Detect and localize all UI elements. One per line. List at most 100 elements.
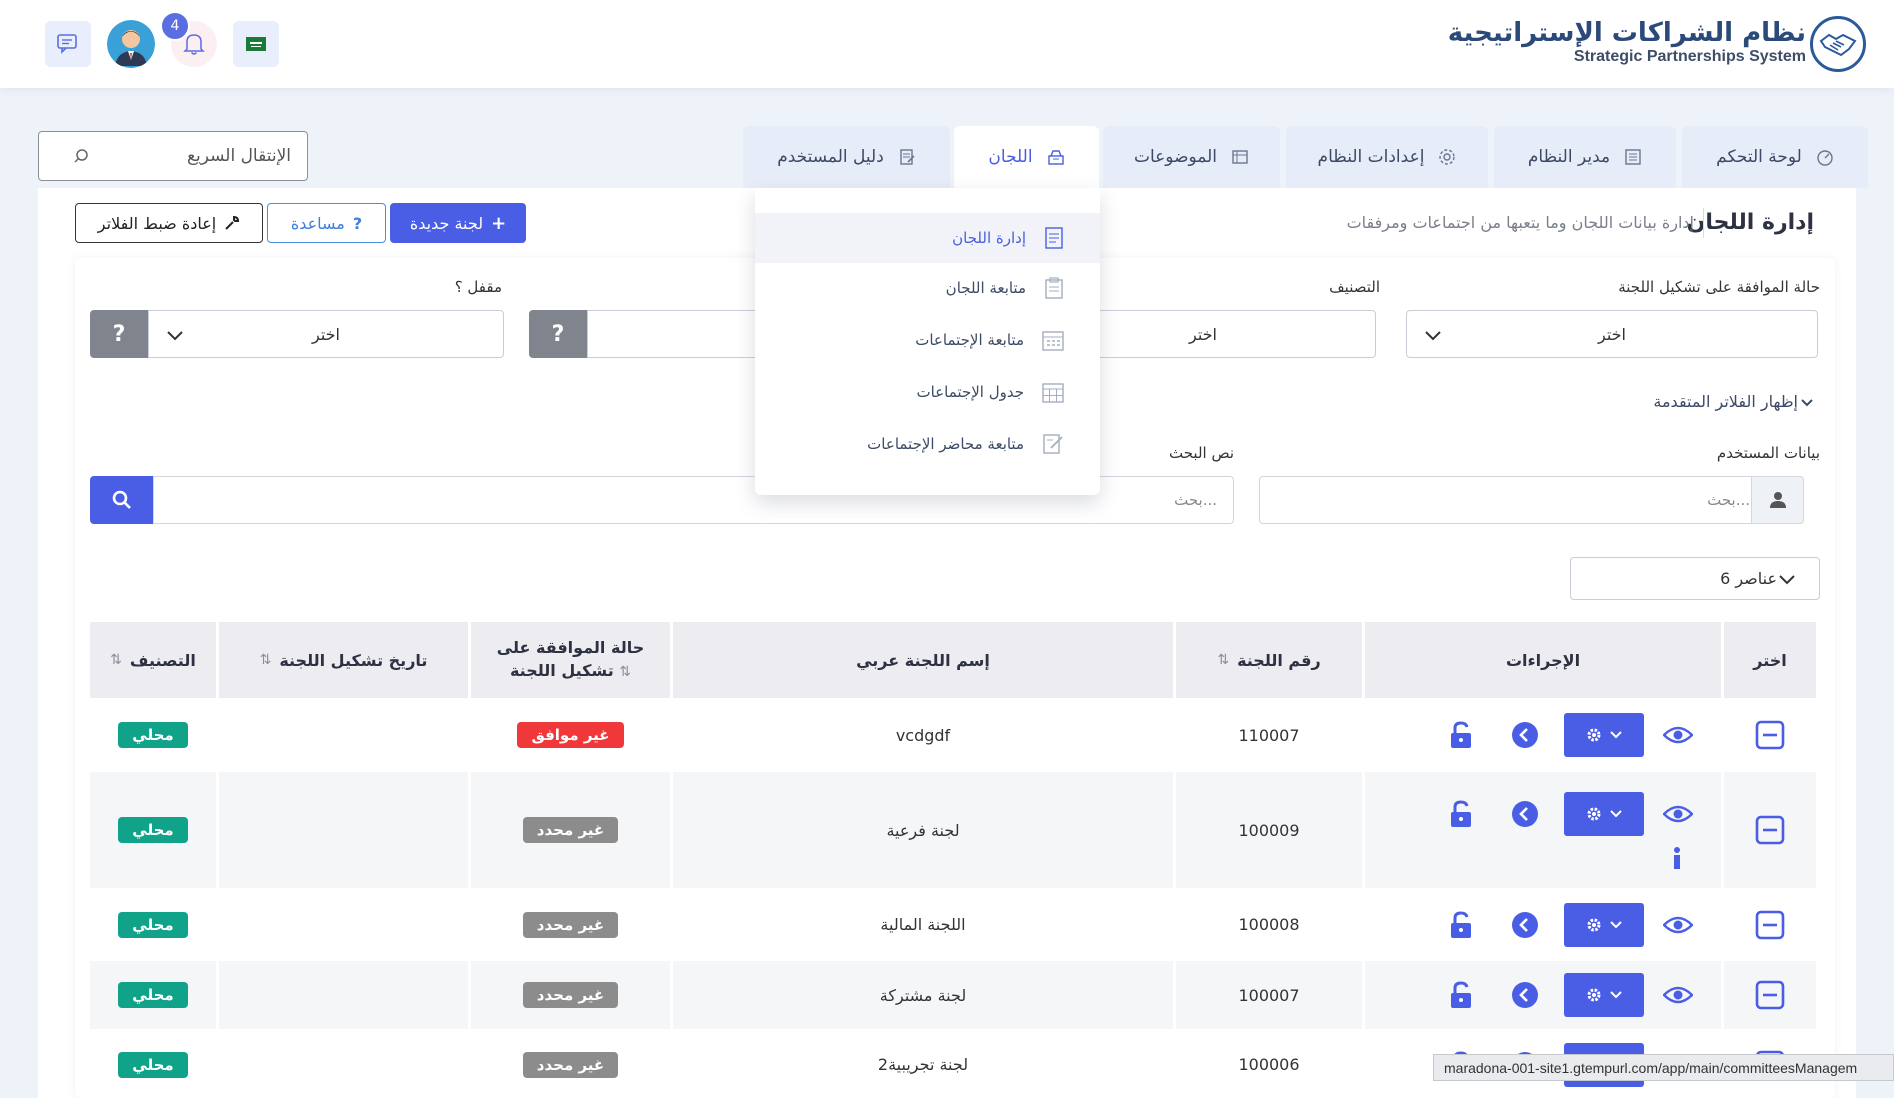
menu-item-label: جدول الإجتماعات <box>916 383 1024 401</box>
page-size-select[interactable]: 6 عناصر <box>1570 557 1820 600</box>
unlock-button[interactable] <box>1444 798 1478 830</box>
help-button[interactable]: ? مساعدة <box>267 203 386 243</box>
locked-select[interactable]: اختر <box>148 310 504 358</box>
tab-user-guide[interactable]: دليل المستخدم <box>743 126 950 188</box>
menu-item-follow-meetings[interactable]: متابعة الإجتماعات <box>755 315 1100 365</box>
column-divider <box>468 700 471 770</box>
row-select-toggle[interactable] <box>1740 718 1800 752</box>
tab-dashboard[interactable]: لوحة التحكم <box>1682 126 1868 188</box>
advanced-filters-toggle[interactable]: إظهار الفلاتر المتقدمة <box>1653 392 1814 411</box>
top-bar: 4 نظام الشراكات الإستراتيجية Strategic P… <box>0 0 1894 88</box>
quick-search-placeholder: الإنتقال السريع <box>186 146 291 166</box>
select-value: اختر <box>1598 324 1626 344</box>
header-classification[interactable]: التصنيف ⇅ <box>90 622 216 698</box>
chat-button[interactable] <box>45 21 91 67</box>
column-divider <box>1362 1031 1365 1098</box>
collapse-row-icon <box>1755 910 1785 939</box>
sort-icon[interactable]: ⇅ <box>619 664 631 680</box>
unlock-button[interactable] <box>1444 909 1478 941</box>
status-badge: غير محدد <box>522 817 619 843</box>
reset-filters-button[interactable]: إعادة ضبط الفلاتر <box>75 203 263 243</box>
back-button[interactable] <box>1508 799 1542 829</box>
view-button[interactable] <box>1656 720 1700 750</box>
row-actions-button[interactable] <box>1564 713 1644 757</box>
classification-cell: محلي <box>90 772 216 888</box>
quick-search-input[interactable]: الإنتقال السريع <box>38 131 308 181</box>
eye-icon <box>1663 805 1693 823</box>
header-label: رقم اللجنة <box>1237 650 1321 670</box>
third-filter-select[interactable] <box>587 310 757 358</box>
sort-icon[interactable]: ⇅ <box>110 652 122 668</box>
row-actions-button[interactable] <box>1564 792 1644 836</box>
edit-document-icon <box>1043 434 1063 454</box>
column-divider <box>670 700 673 770</box>
unlock-icon <box>1451 981 1471 1008</box>
row-actions-dropdown[interactable] <box>1564 973 1644 1017</box>
gear-icon <box>1587 988 1601 1002</box>
locked-help-button[interactable]: ? <box>90 310 148 358</box>
back-button[interactable] <box>1508 980 1542 1010</box>
back-button[interactable] <box>1508 910 1542 940</box>
view-button[interactable] <box>1656 910 1700 940</box>
tab-system-settings[interactable]: إعدادات النظام <box>1286 126 1488 188</box>
formation-date <box>219 961 468 1029</box>
approval-select[interactable]: اختر <box>1406 310 1818 358</box>
row-actions-button[interactable] <box>1564 902 1644 947</box>
question-icon: ? <box>112 321 126 347</box>
chevron-down-icon <box>1610 991 1622 999</box>
column-divider <box>468 772 471 888</box>
user-data-input[interactable]: بحث... <box>1259 476 1767 524</box>
menu-item-meeting-minutes[interactable]: متابعة محاضر الإجتماعات <box>755 419 1100 469</box>
column-divider <box>1173 890 1176 959</box>
sort-icon[interactable]: ⇅ <box>260 652 272 668</box>
column-divider <box>1721 961 1724 1029</box>
approval-status-cell: غير محدد <box>471 772 670 888</box>
unlock-icon <box>1451 910 1471 938</box>
view-button[interactable] <box>1656 799 1700 829</box>
eye-icon <box>1663 916 1693 933</box>
info-button[interactable] <box>1660 844 1694 874</box>
unlock-button[interactable] <box>1444 719 1478 751</box>
tab-system-admin[interactable]: مدير النظام <box>1494 126 1676 188</box>
header-name: إسم اللجنة عربي <box>673 622 1173 698</box>
search-button[interactable] <box>90 476 153 524</box>
menu-item-follow-committees[interactable]: متابعة اللجان <box>755 263 1100 313</box>
classification-badge: محلي <box>118 911 188 938</box>
classification-badge: محلي <box>118 817 188 843</box>
language-button[interactable] <box>233 21 279 67</box>
tab-topics[interactable]: الموضوعات <box>1103 126 1280 188</box>
topics-icon <box>1232 150 1248 164</box>
column-divider <box>468 1031 471 1098</box>
clipboard-icon <box>1045 277 1063 299</box>
header-approval[interactable]: حالة الموافقة على تشكيل اللجنة ⇅ <box>471 622 670 698</box>
menu-item-meetings-schedule[interactable]: جدول الإجتماعات <box>755 367 1100 417</box>
row-select-toggle[interactable] <box>1740 908 1800 942</box>
row-actions-dropdown[interactable] <box>1564 792 1644 836</box>
tab-committees[interactable]: اللجان <box>954 126 1099 188</box>
unlock-button[interactable] <box>1444 979 1478 1011</box>
view-button[interactable] <box>1656 980 1700 1010</box>
header-actions: الإجراءات <box>1365 622 1721 698</box>
sort-icon[interactable]: ⇅ <box>1217 652 1229 668</box>
approval-status-cell: غير محدد <box>471 1031 670 1098</box>
chevron-down-icon <box>1425 331 1441 341</box>
eye-icon <box>1663 986 1693 1004</box>
menu-item-manage-committees[interactable]: إدارة اللجان <box>755 213 1100 263</box>
row-select-toggle[interactable] <box>1740 978 1800 1012</box>
new-committee-button[interactable]: + لجنة جديدة <box>390 203 526 243</box>
table-header: اختر الإجراءات رقم اللجنة ⇅ إسم اللجنة عر… <box>90 622 1816 698</box>
row-actions-button[interactable] <box>1564 973 1644 1017</box>
row-select-toggle[interactable] <box>1740 813 1800 847</box>
row-actions-dropdown[interactable] <box>1564 713 1644 757</box>
info-icon <box>1674 847 1680 869</box>
back-button[interactable] <box>1508 720 1542 750</box>
row-actions-dropdown[interactable] <box>1564 902 1644 947</box>
menu-item-label: إدارة اللجان <box>952 229 1026 247</box>
avatar[interactable] <box>107 20 155 68</box>
header-number[interactable]: رقم اللجنة ⇅ <box>1176 622 1362 698</box>
filter-help-button[interactable]: ? <box>529 310 587 358</box>
committee-name: لجنة تجريبية2 <box>877 1055 969 1074</box>
chevron-down-icon <box>167 331 183 341</box>
committee-number: 100009 <box>1238 820 1300 840</box>
header-date[interactable]: تاريخ تشكيل اللجنة ⇅ <box>219 622 468 698</box>
